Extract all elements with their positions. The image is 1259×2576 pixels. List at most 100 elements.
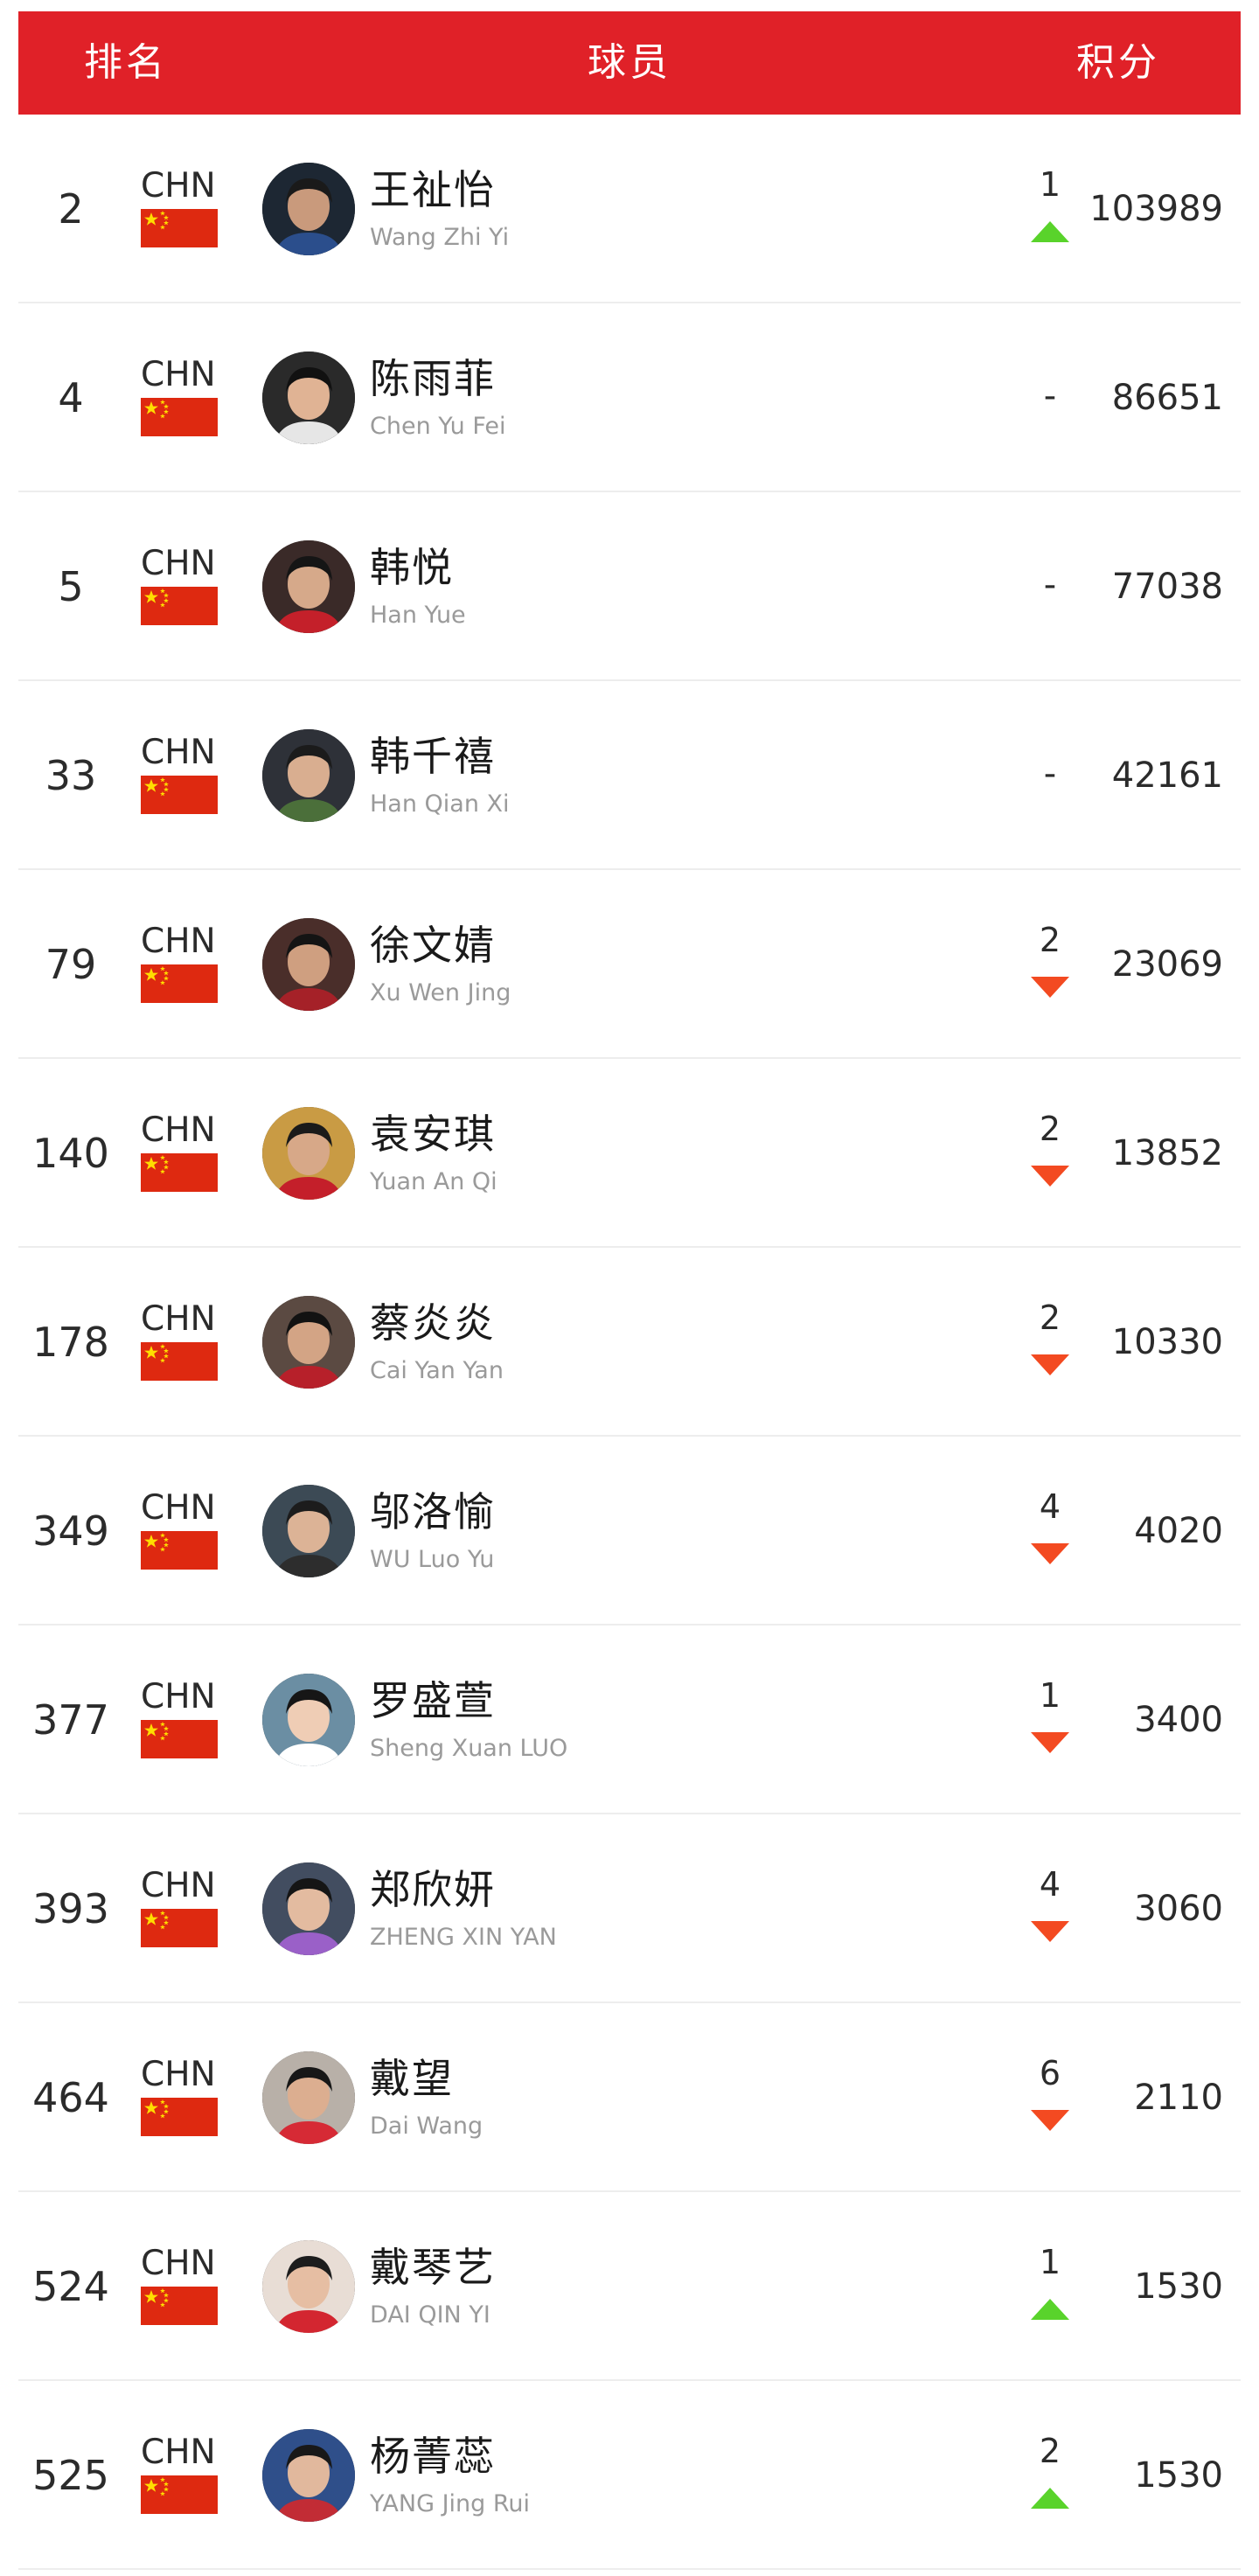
player-avatar[interactable] <box>262 2429 355 2522</box>
arrow-down-icon <box>1031 1921 1069 1942</box>
player-avatar[interactable] <box>262 163 355 255</box>
player-avatar[interactable] <box>262 1862 355 1955</box>
points-value: 23069 <box>1111 944 1223 985</box>
rank-number: 377 <box>32 1696 109 1744</box>
china-flag-icon <box>141 964 218 1003</box>
player-avatar[interactable] <box>262 2240 355 2333</box>
arrow-down-icon <box>1031 1166 1069 1187</box>
player-avatar[interactable] <box>262 540 355 633</box>
player-avatar[interactable] <box>262 1296 355 1389</box>
player-row[interactable]: 464 CHN 戴望 Dai Wang 6 2110 <box>18 2003 1241 2192</box>
points-value: 4020 <box>1134 1511 1223 1551</box>
player-name-english: Han Qian Xi <box>370 790 510 818</box>
player-name-english: Wang Zhi Yi <box>370 224 510 251</box>
player-name-chinese[interactable]: 蔡炎炎 <box>370 1300 496 1346</box>
player-row[interactable]: 33 CHN 韩千禧 Han Qian Xi - 42161 <box>18 681 1241 870</box>
points-value: 1530 <box>1134 2266 1223 2307</box>
player-row[interactable]: 524 CHN 戴琴艺 DAI QIN YI 1 1530 <box>18 2192 1241 2381</box>
player-name-chinese[interactable]: 郑欣妍 <box>370 1867 496 1912</box>
rank-number: 349 <box>32 1507 109 1555</box>
player-avatar[interactable] <box>262 2051 355 2144</box>
player-row[interactable]: 140 CHN 袁安琪 Yuan An Qi 2 13852 <box>18 1059 1241 1248</box>
points-value: 3400 <box>1134 1700 1223 1740</box>
player-name-chinese[interactable]: 戴琴艺 <box>370 2245 496 2290</box>
points-value: 13852 <box>1111 1133 1223 1173</box>
country-code: CHN <box>141 2055 216 2094</box>
player-row[interactable]: 4 CHN 陈雨菲 Chen Yu Fei - 86651 <box>18 303 1241 492</box>
points-value: 1530 <box>1134 2455 1223 2496</box>
player-row[interactable]: 2 CHN 王祉怡 Wang Zhi Yi 1 103989 <box>18 115 1241 303</box>
player-avatar[interactable] <box>262 729 355 822</box>
ranking-list: 2 CHN 王祉怡 Wang Zhi Yi 1 103989 4 CHN 陈雨菲… <box>18 115 1241 2570</box>
player-name-chinese[interactable]: 罗盛萱 <box>370 1678 496 1723</box>
rank-number: 524 <box>32 2263 109 2310</box>
points-value: 2110 <box>1134 2078 1223 2118</box>
player-row[interactable]: 5 CHN 韩悦 Han Yue - 77038 <box>18 492 1241 681</box>
player-avatar[interactable] <box>262 1674 355 1766</box>
player-name-english: Chen Yu Fei <box>370 413 506 440</box>
country-code: CHN <box>141 2433 216 2472</box>
player-name-chinese[interactable]: 王祉怡 <box>370 167 496 212</box>
country-code: CHN <box>141 1299 216 1339</box>
player-name-chinese[interactable]: 邬洛愉 <box>370 1489 496 1535</box>
country-code: CHN <box>141 1488 216 1528</box>
china-flag-icon <box>141 2287 218 2325</box>
rank-number: 79 <box>45 941 97 988</box>
header-player-label: 球员 <box>588 40 671 85</box>
points-value: 86651 <box>1111 378 1223 418</box>
ranking-table-header: 排名 球员 积分 <box>18 11 1241 115</box>
rank-number: 33 <box>45 752 97 799</box>
rank-number: 525 <box>32 2452 109 2499</box>
points-value: 10330 <box>1111 1322 1223 1362</box>
rank-number: 393 <box>32 1885 109 1932</box>
player-row[interactable]: 178 CHN 蔡炎炎 Cai Yan Yan 2 10330 <box>18 1248 1241 1437</box>
player-name-chinese[interactable]: 袁安琪 <box>370 1111 496 1157</box>
points-value: 77038 <box>1111 567 1223 607</box>
player-avatar[interactable] <box>262 1485 355 1577</box>
country-code: CHN <box>141 1677 216 1716</box>
player-name-english: Sheng Xuan LUO <box>370 1735 568 1762</box>
country-code: CHN <box>141 166 216 205</box>
player-row[interactable]: 393 CHN 郑欣妍 ZHENG XIN YAN 4 3060 <box>18 1814 1241 2003</box>
arrow-up-icon <box>1031 221 1069 242</box>
china-flag-icon <box>141 776 218 814</box>
player-name-english: ZHENG XIN YAN <box>370 1924 557 1951</box>
player-name-english: Dai Wang <box>370 2113 483 2140</box>
china-flag-icon <box>141 2475 218 2514</box>
arrow-down-icon <box>1031 2110 1069 2131</box>
player-name-english: Han Yue <box>370 602 466 629</box>
china-flag-icon <box>141 1720 218 1758</box>
country-code: CHN <box>141 355 216 394</box>
player-name-chinese[interactable]: 陈雨菲 <box>370 356 496 401</box>
header-points-label: 积分 <box>1076 40 1160 85</box>
player-name-chinese[interactable]: 徐文婧 <box>370 922 496 968</box>
player-avatar[interactable] <box>262 1107 355 1200</box>
player-name-chinese[interactable]: 韩千禧 <box>370 734 496 779</box>
country-code: CHN <box>141 733 216 772</box>
player-name-chinese[interactable]: 杨菁蕊 <box>370 2433 496 2479</box>
arrow-up-icon <box>1031 2488 1069 2509</box>
player-row[interactable]: 349 CHN 邬洛愉 WU Luo Yu 4 4020 <box>18 1437 1241 1626</box>
china-flag-icon <box>141 1909 218 1947</box>
player-name-english: Cai Yan Yan <box>370 1357 504 1384</box>
player-row[interactable]: 377 CHN 罗盛萱 Sheng Xuan LUO 1 3400 <box>18 1626 1241 1814</box>
rank-number: 178 <box>32 1319 109 1366</box>
rank-number: 5 <box>58 563 84 610</box>
country-code: CHN <box>141 544 216 583</box>
points-value: 3060 <box>1134 1889 1223 1929</box>
arrow-down-icon <box>1031 977 1069 998</box>
player-row[interactable]: 525 CHN 杨菁蕊 YANG Jing Rui 2 1530 <box>18 2381 1241 2570</box>
player-row[interactable]: 79 CHN 徐文婧 Xu Wen Jing 2 23069 <box>18 870 1241 1059</box>
rank-number: 2 <box>58 185 84 233</box>
player-avatar[interactable] <box>262 918 355 1011</box>
player-name-chinese[interactable]: 韩悦 <box>370 545 454 590</box>
player-name-chinese[interactable]: 戴望 <box>370 2056 454 2101</box>
country-code: CHN <box>141 922 216 961</box>
player-avatar[interactable] <box>262 352 355 444</box>
arrow-up-icon <box>1031 2299 1069 2320</box>
points-value: 42161 <box>1111 755 1223 796</box>
rank-number: 4 <box>58 374 84 421</box>
player-name-english: YANG Jing Rui <box>370 2490 531 2517</box>
china-flag-icon <box>141 1153 218 1192</box>
arrow-down-icon <box>1031 1543 1069 1564</box>
